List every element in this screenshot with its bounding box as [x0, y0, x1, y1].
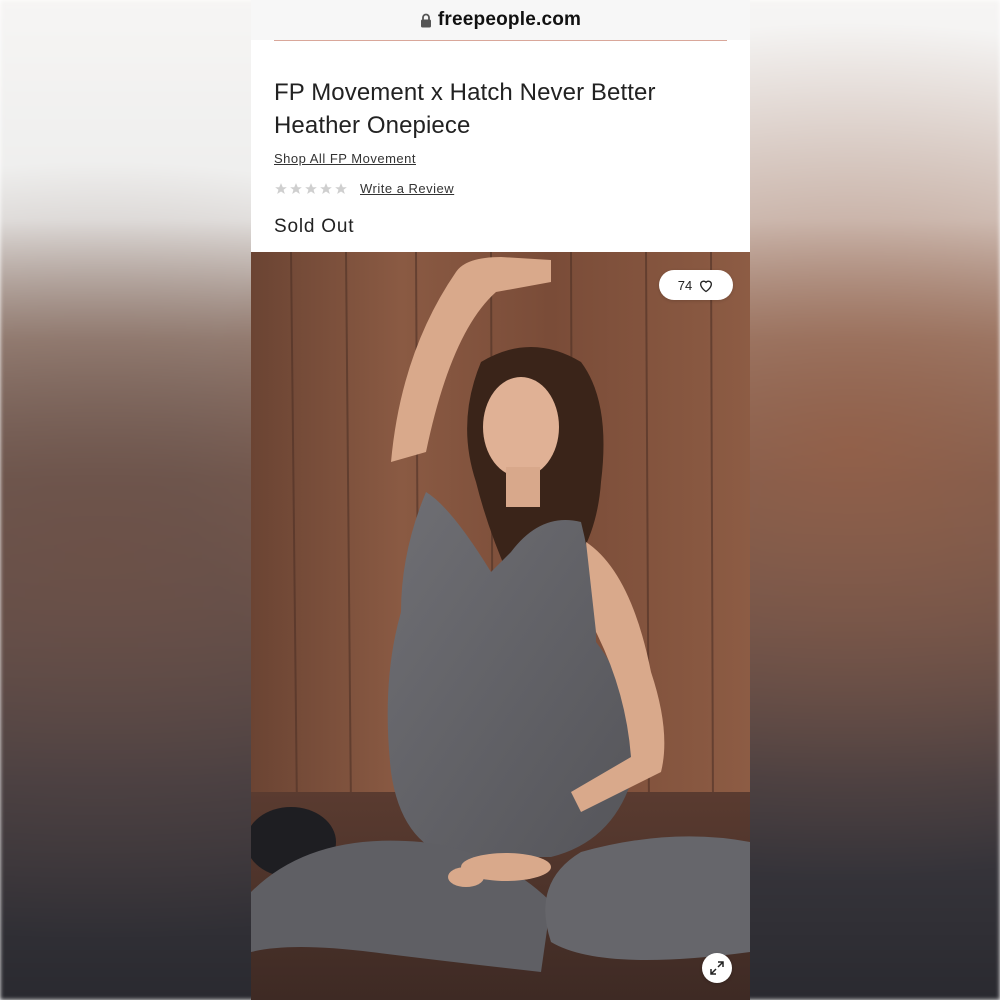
like-button[interactable]: 74	[659, 270, 733, 300]
mobile-browser-screen: freepeople.com FP Movement x Hatch Never…	[251, 0, 750, 1000]
like-count: 74	[677, 277, 693, 293]
product-photo[interactable]	[251, 252, 750, 1000]
star-icon	[274, 182, 288, 196]
star-icon	[304, 182, 318, 196]
rating-row: Write a Review	[274, 181, 454, 196]
expand-image-button[interactable]	[702, 953, 732, 983]
star-icon	[289, 182, 303, 196]
shop-all-link[interactable]: Shop All FP Movement	[274, 151, 416, 166]
star-icon	[319, 182, 333, 196]
address-bar[interactable]: freepeople.com	[251, 0, 750, 40]
star-rating[interactable]	[274, 182, 348, 196]
lock-icon	[420, 13, 432, 28]
header-divider	[274, 40, 727, 41]
star-icon	[334, 182, 348, 196]
url-text[interactable]: freepeople.com	[438, 9, 581, 31]
stock-status: Sold Out	[274, 216, 355, 237]
product-title: FP Movement x Hatch Never Better Heather…	[274, 79, 656, 139]
heart-icon	[698, 278, 714, 293]
write-review-link[interactable]: Write a Review	[360, 181, 454, 196]
expand-icon	[709, 960, 725, 976]
